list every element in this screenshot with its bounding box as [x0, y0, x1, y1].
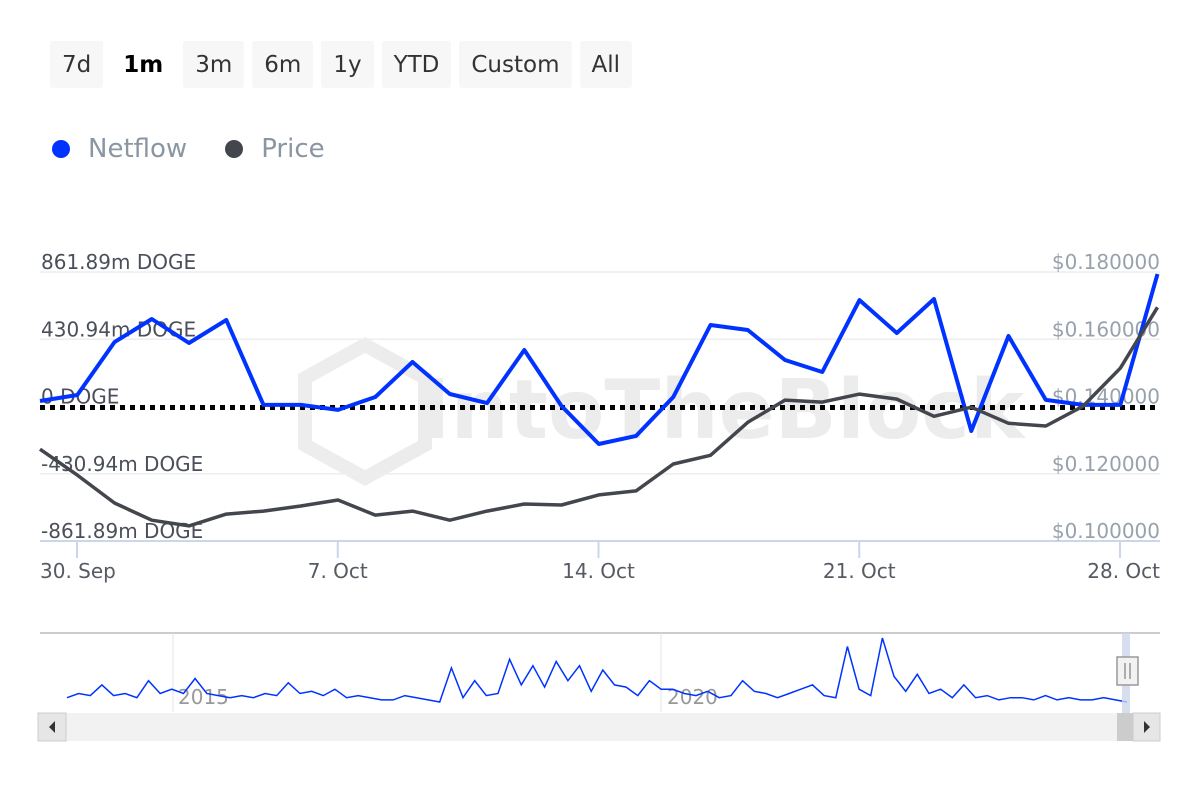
range-button-ytd[interactable]: YTD: [381, 41, 452, 88]
range-button-all[interactable]: All: [579, 41, 633, 88]
x-axis-label: 21. Oct: [823, 559, 896, 583]
legend-marker-icon: [225, 140, 244, 158]
legend-marker-icon: [52, 140, 70, 158]
left-axis-label: 861.89m DOGE: [41, 250, 196, 274]
right-axis-label: $0.180000: [1052, 250, 1160, 274]
x-axis-label: 14. Oct: [562, 559, 635, 583]
scrollbar-track[interactable]: [38, 713, 1160, 741]
x-axis-label: 28. Oct: [1087, 559, 1160, 583]
range-selector: 7d 1m 3m 6m 1y YTD Custom All: [50, 41, 633, 88]
x-axis-label: 7. Oct: [308, 559, 368, 583]
legend-item-price[interactable]: Price: [225, 134, 325, 164]
range-button-1m[interactable]: 1m: [111, 41, 176, 88]
left-axis-label: -430.94m DOGE: [41, 452, 203, 476]
chart: IntoTheBlock861.89m DOGE430.94m DOGE0 DO…: [37, 250, 1161, 742]
range-button-custom[interactable]: Custom: [459, 41, 572, 88]
range-button-6m[interactable]: 6m: [252, 41, 314, 88]
right-axis-label: $0.120000: [1052, 452, 1160, 476]
legend: Netflow Price: [52, 134, 325, 164]
legend-label: Price: [261, 134, 325, 164]
legend-label: Netflow: [88, 134, 188, 164]
x-axis-label: 30. Sep: [40, 559, 116, 583]
legend-item-netflow[interactable]: Netflow: [52, 134, 187, 164]
scrollbar-thumb[interactable]: [1117, 713, 1133, 741]
navigator-label: 2020: [667, 685, 718, 709]
range-button-7d[interactable]: 7d: [50, 41, 104, 88]
range-button-1y[interactable]: 1y: [321, 41, 374, 88]
navigator-handle[interactable]: [1116, 656, 1139, 686]
range-button-3m[interactable]: 3m: [183, 41, 245, 88]
right-axis-label: $0.100000: [1052, 519, 1160, 543]
